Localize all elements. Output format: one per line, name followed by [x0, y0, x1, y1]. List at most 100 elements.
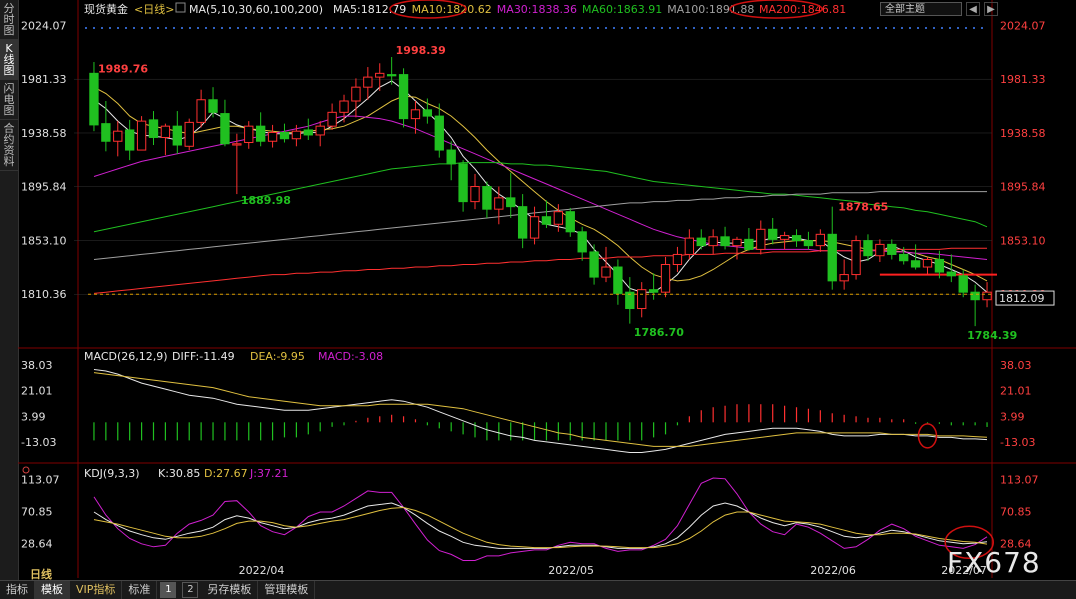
header-dot — [645, 27, 647, 29]
header-dot — [573, 27, 575, 29]
kdj-settings-icon — [22, 466, 30, 474]
header-dot — [549, 27, 551, 29]
candle-body — [244, 125, 254, 144]
header-dot — [341, 27, 343, 29]
header-dot — [349, 27, 351, 29]
header-dot — [957, 27, 959, 29]
header-dot — [797, 27, 799, 29]
header-dot — [317, 27, 319, 29]
page-1-button[interactable]: 1 — [160, 582, 177, 598]
candle-body — [851, 240, 861, 276]
header-dot — [301, 27, 303, 29]
kdj-name: KDJ(9,3,3) — [84, 467, 140, 480]
annotation-low2: 1786.70 — [634, 326, 684, 339]
price-tick-right: 1938.58 — [1000, 127, 1046, 140]
kdj-tick-left: 28.64 — [21, 537, 53, 550]
kdj-tick-right: 70.85 — [1000, 505, 1032, 518]
theme-select[interactable]: 全部主题 — [880, 2, 962, 16]
tab-standard[interactable]: 标准 — [122, 581, 158, 599]
price-tick-left: 2024.07 — [21, 19, 67, 32]
manage-template-button[interactable]: 管理模板 — [258, 581, 316, 599]
header-dot — [101, 27, 103, 29]
header-dot — [493, 27, 495, 29]
candle-body — [220, 113, 230, 145]
candle-body — [982, 291, 992, 301]
candle-body — [875, 243, 885, 257]
header-dot — [709, 27, 711, 29]
period-tag: <日线> — [134, 2, 174, 16]
ma-value-1: MA10:1820.62 — [412, 3, 492, 16]
header-dot — [629, 27, 631, 29]
header-dot — [909, 27, 911, 29]
month-label: 2022/05 — [548, 564, 594, 577]
candle-body — [648, 289, 659, 293]
macd-tick-left: 3.99 — [21, 410, 46, 423]
candle-body — [946, 271, 956, 277]
next-arrow-icon[interactable]: ▶ — [984, 2, 998, 16]
header-dot — [661, 27, 663, 29]
macd-diff: DIFF:-11.49 — [172, 350, 235, 363]
header-dot — [285, 27, 287, 29]
tab-indicators[interactable]: 指标 — [0, 581, 35, 599]
macd-tick-left: 38.03 — [21, 359, 53, 372]
header-dot — [157, 27, 159, 29]
header-dot — [205, 27, 207, 29]
candle-body — [756, 228, 766, 250]
header-dot — [981, 27, 983, 29]
candle-body — [910, 260, 921, 268]
tab-templates[interactable]: 模板 — [35, 581, 70, 599]
candle-body — [815, 233, 826, 247]
header-dot — [621, 27, 623, 29]
header-dot — [917, 27, 919, 29]
candle-body — [89, 72, 99, 126]
header-dot — [197, 27, 199, 29]
header-dot — [213, 27, 215, 29]
candle-body — [351, 86, 361, 102]
header-dot — [589, 27, 591, 29]
watermark: FX678 — [947, 546, 1041, 579]
page-2-button[interactable]: 2 — [182, 582, 199, 598]
candle-body — [660, 264, 671, 293]
header-dot — [941, 27, 943, 29]
save-template-button[interactable]: 另存模板 — [201, 581, 259, 599]
sidebar-item-timeshare[interactable]: 分时图 — [0, 0, 18, 40]
candle-body — [506, 197, 516, 208]
candle-body — [589, 251, 599, 278]
kdj-d-line — [93, 506, 988, 549]
header-dot — [869, 27, 871, 29]
header-dot — [949, 27, 951, 29]
current-price-label: 1812.09 — [999, 292, 1045, 305]
ma-value-5: MA200:1846.81 — [759, 3, 846, 16]
header-dot — [293, 27, 295, 29]
header-dot — [733, 27, 735, 29]
chart-area[interactable]: 现货黄金 <日线> MA(5,10,30,60,100,200) MA5:1812.7… — [18, 0, 1076, 580]
candle-body — [410, 109, 421, 120]
header-dot — [541, 27, 543, 29]
tab-vip-indicators[interactable]: VIP指标 — [70, 581, 123, 599]
header-dot — [813, 27, 815, 29]
header-dot — [637, 27, 639, 29]
candle-body — [208, 99, 218, 113]
header-dot — [725, 27, 727, 29]
candle-body — [494, 197, 504, 210]
header-dot — [485, 27, 487, 29]
header-dot — [357, 27, 359, 29]
header-dot — [397, 27, 399, 29]
macd-dea-line — [93, 372, 988, 447]
candle-body — [934, 258, 945, 273]
header-dot — [789, 27, 791, 29]
sidebar-item-flash[interactable]: 闪电图 — [0, 80, 18, 120]
candle-body — [863, 240, 873, 257]
candle-body — [482, 186, 492, 210]
header-dot — [381, 27, 383, 29]
kdj-d: D:27.67 — [204, 467, 248, 480]
sidebar-item-kline[interactable]: K线图 — [0, 40, 18, 80]
sidebar-item-contract[interactable]: 合约资料 — [0, 120, 18, 171]
macd-tick-right: 21.01 — [1000, 385, 1032, 398]
prev-arrow-icon[interactable]: ◀ — [966, 2, 980, 16]
header-dot — [141, 27, 143, 29]
ma-value-2: MA30:1838.36 — [497, 3, 577, 16]
header-dot — [693, 27, 695, 29]
candle-body — [136, 120, 147, 151]
candle-body — [113, 130, 123, 142]
